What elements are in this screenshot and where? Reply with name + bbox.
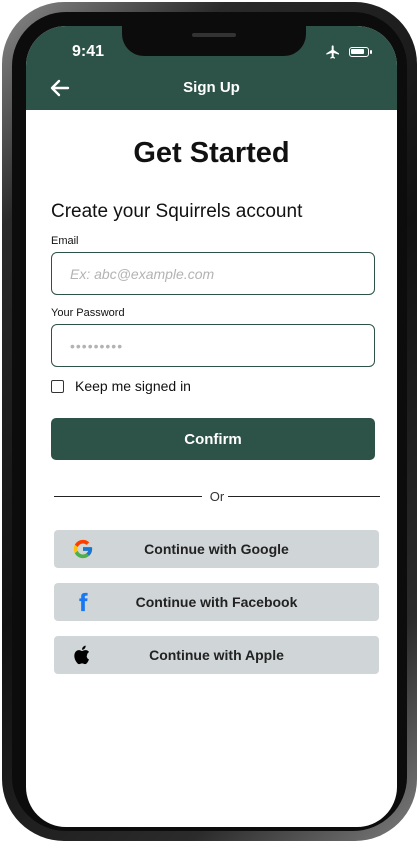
confirm-button[interactable]: Confirm	[51, 418, 375, 460]
email-field[interactable]	[51, 252, 375, 295]
google-button-label: Continue with Google	[144, 541, 289, 557]
keep-signed-in-row[interactable]: Keep me signed in	[51, 378, 191, 394]
continue-with-apple-button[interactable]: Continue with Apple	[54, 636, 379, 674]
phone-frame: 9:41 Sign Up Get Started Create your Squ…	[2, 2, 417, 841]
page-title: Get Started	[133, 137, 290, 169]
password-label: Your Password	[51, 307, 125, 319]
status-icons	[325, 44, 372, 60]
facebook-button-label: Continue with Facebook	[135, 594, 298, 610]
airplane-mode-icon	[326, 45, 339, 59]
continue-with-google-button[interactable]: Continue with Google	[54, 530, 379, 568]
password-field[interactable]	[51, 324, 375, 367]
or-divider: Or	[54, 489, 380, 505]
header-title: Sign Up	[183, 79, 240, 96]
keep-signed-in-checkbox[interactable]	[51, 379, 64, 393]
speaker-grille	[192, 33, 236, 37]
apple-button-label: Continue with Apple	[149, 647, 284, 663]
battery-icon	[349, 47, 372, 57]
email-label: Email	[51, 235, 79, 247]
continue-with-facebook-button[interactable]: Continue with Facebook	[54, 583, 379, 621]
keep-signed-in-label[interactable]: Keep me signed in	[75, 378, 191, 394]
phone-screen: 9:41 Sign Up Get Started Create your Squ…	[26, 26, 397, 827]
divider-line-right	[228, 496, 380, 498]
page-subtitle: Create your Squirrels account	[51, 201, 303, 222]
device-notch	[122, 26, 306, 56]
status-time: 9:41	[72, 43, 105, 60]
